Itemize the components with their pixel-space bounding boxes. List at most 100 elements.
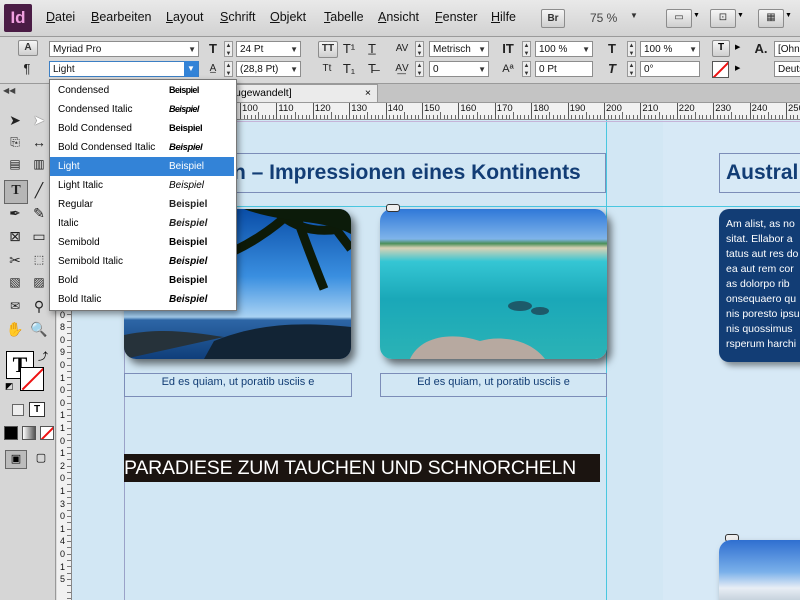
stroke-dropdown-icon[interactable]: ▶ (735, 64, 740, 72)
caption-right[interactable]: Ed es quiam, ut poratib usciis e (380, 373, 607, 397)
screen-mode-icon[interactable]: ▭ (666, 9, 692, 28)
screen-mode-dropdown-icon[interactable]: ▼ (693, 12, 700, 19)
apply-gradient-icon[interactable] (22, 426, 36, 440)
font-style-option-light-italic[interactable]: Light Italic Beispiel (50, 176, 234, 195)
arrange-dropdown-icon[interactable]: ▼ (785, 12, 792, 19)
language-field[interactable]: Deutsch (774, 61, 800, 77)
tracking-stepper[interactable]: ▲ ▼ (415, 61, 424, 77)
eyedropper-tool-icon[interactable]: ⚲ (29, 296, 49, 316)
menu-ansicht[interactable]: Ansicht (378, 10, 419, 24)
subscript-button[interactable]: T₁ (341, 61, 357, 77)
free-transform-tool-icon[interactable]: ⬚ (29, 250, 49, 270)
font-style-option-condensed[interactable]: Condensed Beispiel (50, 81, 234, 100)
stroke-none-icon[interactable] (20, 367, 44, 391)
small-caps-button[interactable]: Tt (318, 61, 336, 77)
skew-field[interactable]: 0° (640, 61, 700, 77)
hand-tool-icon[interactable]: ✋ (5, 319, 25, 339)
font-style-option-bold-condensed-italic[interactable]: Bold Condensed Italic Beispiel (50, 138, 234, 157)
default-fill-stroke-icon[interactable]: ◩ (5, 381, 14, 392)
chevron-down-icon[interactable]: ▼ (290, 42, 298, 58)
bridge-button[interactable]: Br (541, 9, 565, 28)
photo-turquoise-bay[interactable] (380, 209, 607, 359)
chevron-down-icon[interactable]: ▼ (478, 42, 486, 58)
font-style-option-bold-condensed[interactable]: Bold Condensed Beispiel (50, 119, 234, 138)
fill-text-icon[interactable]: T (712, 40, 730, 57)
link-icon[interactable] (386, 204, 400, 212)
kerning-stepper[interactable]: ▲ ▼ (415, 41, 424, 57)
skew-stepper[interactable]: ▲ ▼ (627, 61, 636, 77)
menu-hilfe[interactable]: Hilfe (491, 10, 516, 24)
zoom-level[interactable]: 75 % (590, 11, 617, 25)
tracking-field[interactable]: 0 ▼ (429, 61, 489, 77)
chevron-down-icon[interactable]: ▼ (478, 62, 486, 78)
font-style-option-italic[interactable]: Italic Beispiel (50, 214, 234, 233)
pencil-tool-icon[interactable]: ✎ (29, 203, 49, 223)
chevron-down-icon[interactable]: ▼ (582, 42, 590, 58)
vertical-scale-stepper[interactable]: ▲ ▼ (522, 41, 531, 57)
kerning-field[interactable]: Metrisch ▼ (429, 41, 489, 57)
fill-dropdown-icon[interactable]: ▶ (735, 43, 740, 51)
preview-view-icon[interactable]: ▢ (32, 450, 50, 467)
chevron-down-icon[interactable]: ▼ (184, 61, 198, 77)
font-size-stepper[interactable]: ▲ ▼ (224, 41, 233, 57)
selection-tool-icon[interactable]: ➤ (5, 110, 25, 130)
type-tool-icon[interactable]: T (4, 180, 28, 204)
horizontal-scale-stepper[interactable]: ▲ ▼ (627, 41, 636, 57)
menu-layout[interactable]: Layout (166, 10, 204, 24)
chevron-down-icon[interactable]: ▼ (689, 42, 697, 58)
scissors-tool-icon[interactable]: ✂ (5, 250, 25, 270)
chevron-down-icon[interactable]: ▼ (188, 42, 196, 58)
document-tab[interactable]: ugewandelt] × (230, 84, 378, 102)
menu-datei[interactable]: Datei (46, 10, 75, 24)
menu-fenster[interactable]: Fenster (435, 10, 477, 24)
paragraph-formatting-icon[interactable]: ¶ (20, 61, 34, 77)
underline-button[interactable]: T̲ (364, 41, 380, 57)
gradient-feather-tool-icon[interactable]: ▨ (29, 272, 49, 292)
font-style-option-light[interactable]: Light Beispiel (50, 157, 234, 176)
zoom-dropdown-icon[interactable]: ▼ (630, 11, 638, 20)
strikethrough-button[interactable]: T̶ (364, 61, 380, 77)
menu-tabelle[interactable]: Tabelle (324, 10, 364, 24)
pen-tool-icon[interactable]: ✒ (5, 203, 25, 223)
baseline-shift-field[interactable]: 0 Pt (535, 61, 593, 77)
superscript-button[interactable]: T¹ (341, 41, 357, 57)
gap-tool-icon[interactable]: ↔ (29, 132, 49, 152)
line-tool-icon[interactable]: ╱ (29, 180, 49, 200)
page-tool-icon[interactable]: ⎘ (5, 132, 25, 152)
chevron-down-icon[interactable]: ▼ (290, 62, 298, 78)
menu-objekt[interactable]: Objekt (270, 10, 306, 24)
direct-selection-tool-icon[interactable]: ➤ (29, 110, 49, 130)
vertical-scale-field[interactable]: 100 % ▼ (535, 41, 593, 57)
sidebar-text-box[interactable]: Am alist, as no sitat. Ellabor a tatus a… (719, 209, 800, 362)
stroke-none-icon[interactable] (712, 61, 729, 78)
menu-bearbeiten[interactable]: Bearbeiten (91, 10, 151, 24)
paragraph-style-field[interactable]: [Ohne] (774, 41, 800, 57)
leading-stepper[interactable]: ▲ ▼ (224, 61, 233, 77)
leading-field[interactable]: (28,8 Pt) ▼ (236, 61, 301, 77)
baseline-shift-stepper[interactable]: ▲ ▼ (522, 61, 531, 77)
gradient-swatch-tool-icon[interactable]: ▧ (5, 272, 25, 292)
section-banner[interactable]: PARADIESE ZUM TAUCHEN UND SCHNORCHELN (124, 454, 600, 482)
font-style-option-regular[interactable]: Regular Beispiel (50, 195, 234, 214)
page-heading[interactable]: n – Impressionen eines Kontinents (182, 153, 606, 193)
formatting-text-icon[interactable]: T (29, 402, 45, 417)
swap-fill-stroke-icon[interactable]: ⤴ (38, 348, 48, 363)
horizontal-scale-field[interactable]: 100 % ▼ (640, 41, 700, 57)
font-family-field[interactable]: Myriad Pro ▼ (49, 41, 199, 57)
caption-left[interactable]: Ed es quiam, ut poratib usciis e (124, 373, 352, 397)
arrange-documents-icon[interactable]: ▦ (758, 9, 784, 28)
rectangle-tool-icon[interactable]: ▭ (29, 226, 49, 246)
content-placer-icon[interactable]: ▥ (29, 154, 49, 174)
all-caps-button[interactable]: TT (318, 41, 338, 58)
font-style-field[interactable]: Light ▼ (49, 61, 199, 77)
font-style-option-semibold-italic[interactable]: Semibold Italic Beispiel (50, 252, 234, 271)
menu-schrift[interactable]: Schrift (220, 10, 255, 24)
close-icon[interactable]: × (365, 85, 371, 102)
rectangle-frame-tool-icon[interactable]: ⊠ (5, 226, 25, 246)
font-style-option-condensed-italic[interactable]: Condensed Italic Beispiel (50, 100, 234, 119)
view-options-dropdown-icon[interactable]: ▼ (737, 12, 744, 19)
font-size-field[interactable]: 24 Pt ▼ (236, 41, 301, 57)
note-tool-icon[interactable]: ✉ (5, 296, 25, 316)
font-style-option-bold[interactable]: Bold Beispiel (50, 271, 234, 290)
photo-sky[interactable] (719, 540, 800, 600)
